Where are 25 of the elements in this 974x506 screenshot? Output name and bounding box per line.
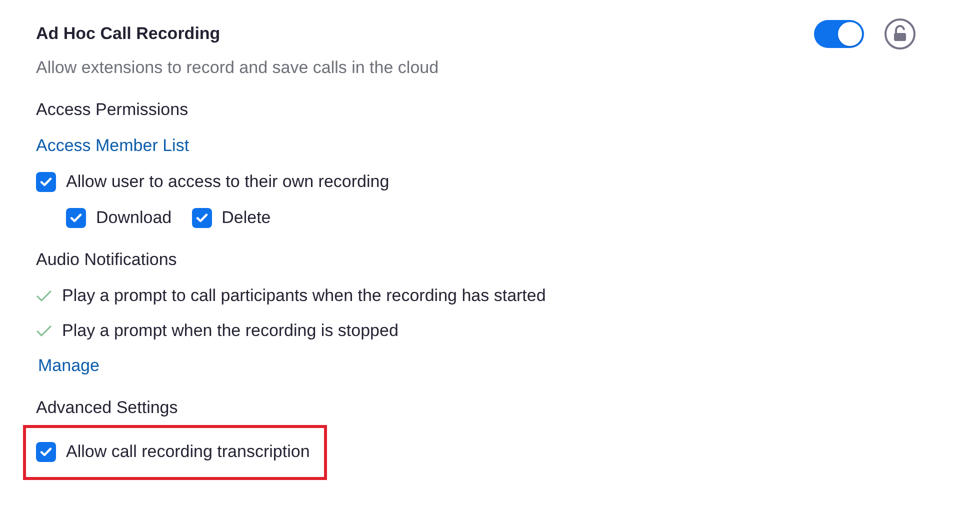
notification-text: Play a prompt when the recording is stopped (62, 320, 398, 342)
link[interactable]: Access Member List (36, 133, 190, 159)
setting-description: Allow extensions to record and save calls in the cloud (36, 57, 440, 80)
checkmark-icon (70, 213, 82, 223)
checkbox[interactable] (192, 208, 212, 228)
checkbox-label: Delete (222, 207, 271, 230)
checkbox-label: Allow call recording transcription (66, 441, 310, 464)
section-heading: Advanced Settings (36, 397, 178, 420)
unlocked-padlock-icon[interactable] (884, 18, 916, 50)
checkmark-icon (36, 290, 52, 302)
checkbox[interactable] (36, 442, 56, 462)
section-heading: Access Permissions (36, 99, 188, 122)
checkmark-icon (196, 213, 208, 223)
checkbox-label: Allow user to access to their own recording (66, 171, 390, 194)
setting-title: Ad Hoc Call Recording (36, 23, 220, 46)
checkbox-label: Download (96, 207, 172, 230)
checkbox[interactable] (66, 208, 86, 228)
checkbox[interactable] (36, 172, 56, 192)
checkmark-icon (36, 324, 52, 336)
section-heading: Audio Notifications (36, 249, 177, 272)
notification-text: Play a prompt to call participants when the recording has started (62, 284, 546, 307)
checkmark-icon (40, 447, 52, 457)
link[interactable]: Manage (38, 353, 100, 379)
checkmark-icon (40, 177, 52, 187)
toggle-switch[interactable] (814, 20, 864, 48)
